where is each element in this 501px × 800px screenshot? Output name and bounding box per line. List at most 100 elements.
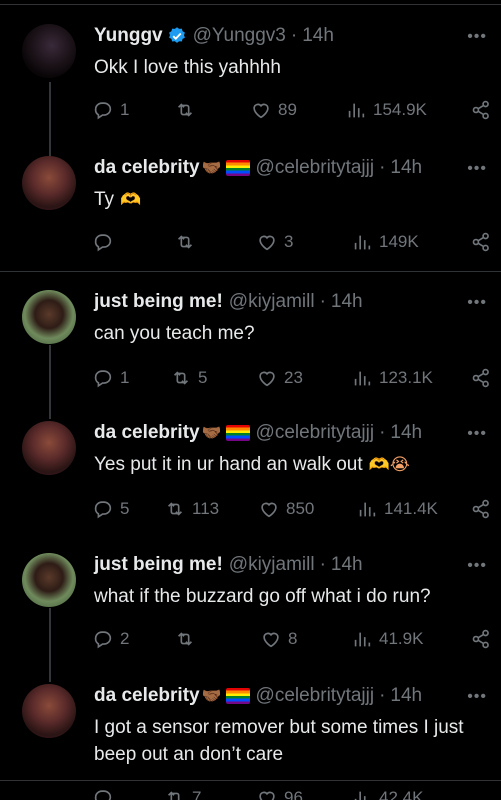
tweet-text: Ty 🫶 xyxy=(94,186,494,213)
avatar[interactable] xyxy=(22,156,76,210)
retweet-count: 7 xyxy=(192,788,202,800)
tweet[interactable]: da celebrity 🤝🏾 @celebritytajjj · 14h ••… xyxy=(0,684,501,800)
retweet-button[interactable]: 5 xyxy=(170,366,207,390)
separator-dot: · xyxy=(290,25,298,46)
top-divider xyxy=(0,4,501,5)
tweet[interactable]: just being me! @kiyjamill · 14h ••• can … xyxy=(0,290,501,400)
display-name[interactable]: da celebrity xyxy=(94,422,200,444)
more-icon[interactable]: ••• xyxy=(467,688,487,706)
tweet-text-body: Ty xyxy=(94,189,115,210)
avatar[interactable] xyxy=(22,684,76,738)
retweet-count: 5 xyxy=(198,368,208,387)
reply-button[interactable]: 5 xyxy=(92,497,129,521)
display-name[interactable]: da celebrity xyxy=(94,685,200,707)
like-button[interactable]: 3 xyxy=(256,230,293,254)
user-handle[interactable]: @Yunggv3 xyxy=(193,25,286,47)
retweet-icon xyxy=(177,632,193,646)
share-button[interactable] xyxy=(470,497,492,521)
like-button[interactable]: 8 xyxy=(260,627,297,651)
more-icon[interactable]: ••• xyxy=(467,294,487,312)
timestamp[interactable]: 14h xyxy=(302,25,334,47)
retweet-button[interactable]: 7 xyxy=(164,786,201,800)
user-handle[interactable]: @kiyjamill xyxy=(229,554,315,576)
reply-icon xyxy=(94,370,112,388)
share-button[interactable] xyxy=(470,366,492,390)
tweet[interactable]: da celebrity 🤝🏾 @celebritytajjj · 14h ••… xyxy=(0,156,501,266)
more-icon[interactable]: ••• xyxy=(467,425,487,443)
reply-count: 1 xyxy=(120,368,130,387)
like-icon xyxy=(263,632,279,648)
handshake-emoji: 🤝🏾 xyxy=(201,160,222,177)
retweet-button[interactable] xyxy=(174,230,202,254)
reply-button[interactable] xyxy=(92,230,120,254)
action-bar: 1 89 154.9K xyxy=(92,98,497,122)
reply-icon xyxy=(94,501,112,519)
views-button[interactable]: 141.4K xyxy=(356,497,438,521)
user-handle[interactable]: @celebritytajjj xyxy=(256,422,375,444)
timestamp[interactable]: 14h xyxy=(331,554,363,576)
display-name[interactable]: just being me! xyxy=(94,291,223,313)
avatar[interactable] xyxy=(22,290,76,344)
tweet[interactable]: da celebrity 🤝🏾 @celebritytajjj · 14h ••… xyxy=(0,421,501,531)
more-icon[interactable]: ••• xyxy=(467,28,487,46)
tweet-header: just being me! @kiyjamill · 14h xyxy=(94,553,363,577)
action-bar: 7 96 42.4K xyxy=(92,786,497,800)
views-button[interactable]: 123.1K xyxy=(351,366,433,390)
user-handle[interactable]: @kiyjamill xyxy=(229,291,315,313)
share-button[interactable] xyxy=(470,98,492,122)
tweet-text-body: Yes put it in ur hand an walk out xyxy=(94,454,363,475)
timestamp[interactable]: 14h xyxy=(390,422,422,444)
reply-icon xyxy=(94,102,112,120)
views-button[interactable]: 149K xyxy=(351,230,419,254)
reply-button[interactable]: 2 xyxy=(92,627,129,651)
like-count: 23 xyxy=(284,368,303,387)
display-name[interactable]: just being me! xyxy=(94,554,223,576)
tweet-text: I got a sensor remover but some times I … xyxy=(94,714,494,768)
views-icon xyxy=(354,632,371,647)
retweet-button[interactable]: 113 xyxy=(164,497,219,521)
like-button[interactable]: 850 xyxy=(258,497,314,521)
verified-icon xyxy=(168,27,185,43)
avatar[interactable] xyxy=(22,421,76,475)
like-count: 3 xyxy=(284,232,294,251)
views-button[interactable]: 41.9K xyxy=(351,627,423,651)
retweet-button[interactable] xyxy=(174,627,202,651)
tweet[interactable]: just being me! @kiyjamill · 14h ••• what… xyxy=(0,553,501,663)
views-button[interactable]: 154.9K xyxy=(345,98,427,122)
action-bar: 2 8 41.9K xyxy=(92,627,497,651)
retweet-icon xyxy=(167,502,183,516)
retweet-icon xyxy=(177,235,193,249)
like-button[interactable]: 23 xyxy=(256,366,303,390)
views-count: 42.4K xyxy=(379,788,424,800)
reply-button[interactable]: 1 xyxy=(92,98,129,122)
timestamp[interactable]: 14h xyxy=(390,157,422,179)
display-name[interactable]: Yunggv xyxy=(94,25,163,47)
user-handle[interactable]: @celebritytajjj xyxy=(256,685,375,707)
reply-icon xyxy=(94,631,112,649)
share-button[interactable] xyxy=(470,627,492,651)
reply-button[interactable] xyxy=(92,786,120,800)
views-count: 41.9K xyxy=(379,629,424,648)
retweet-icon xyxy=(173,371,189,385)
share-button[interactable] xyxy=(470,230,492,254)
views-count: 154.9K xyxy=(373,100,427,119)
timestamp[interactable]: 14h xyxy=(390,685,422,707)
heart-hands-emoji: 🫶 xyxy=(120,190,142,209)
retweet-button[interactable] xyxy=(174,98,202,122)
like-button[interactable]: 89 xyxy=(250,98,297,122)
like-button[interactable]: 96 xyxy=(256,786,303,800)
views-count: 141.4K xyxy=(384,499,438,518)
tweet[interactable]: Yunggv @Yunggv3 · 14h ••• Okk I love thi… xyxy=(0,24,501,134)
tweet-text: Okk I love this yahhhh xyxy=(94,54,494,81)
rainbow-flag-icon xyxy=(225,160,250,176)
more-icon[interactable]: ••• xyxy=(467,557,487,575)
avatar[interactable] xyxy=(22,24,76,78)
display-name[interactable]: da celebrity xyxy=(94,157,200,179)
user-handle[interactable]: @celebritytajjj xyxy=(256,157,375,179)
avatar[interactable] xyxy=(22,553,76,607)
retweet-icon xyxy=(167,791,180,800)
more-icon[interactable]: ••• xyxy=(467,160,487,178)
reply-button[interactable]: 1 xyxy=(92,366,129,390)
views-button[interactable]: 42.4K xyxy=(351,786,423,800)
timestamp[interactable]: 14h xyxy=(331,291,363,313)
